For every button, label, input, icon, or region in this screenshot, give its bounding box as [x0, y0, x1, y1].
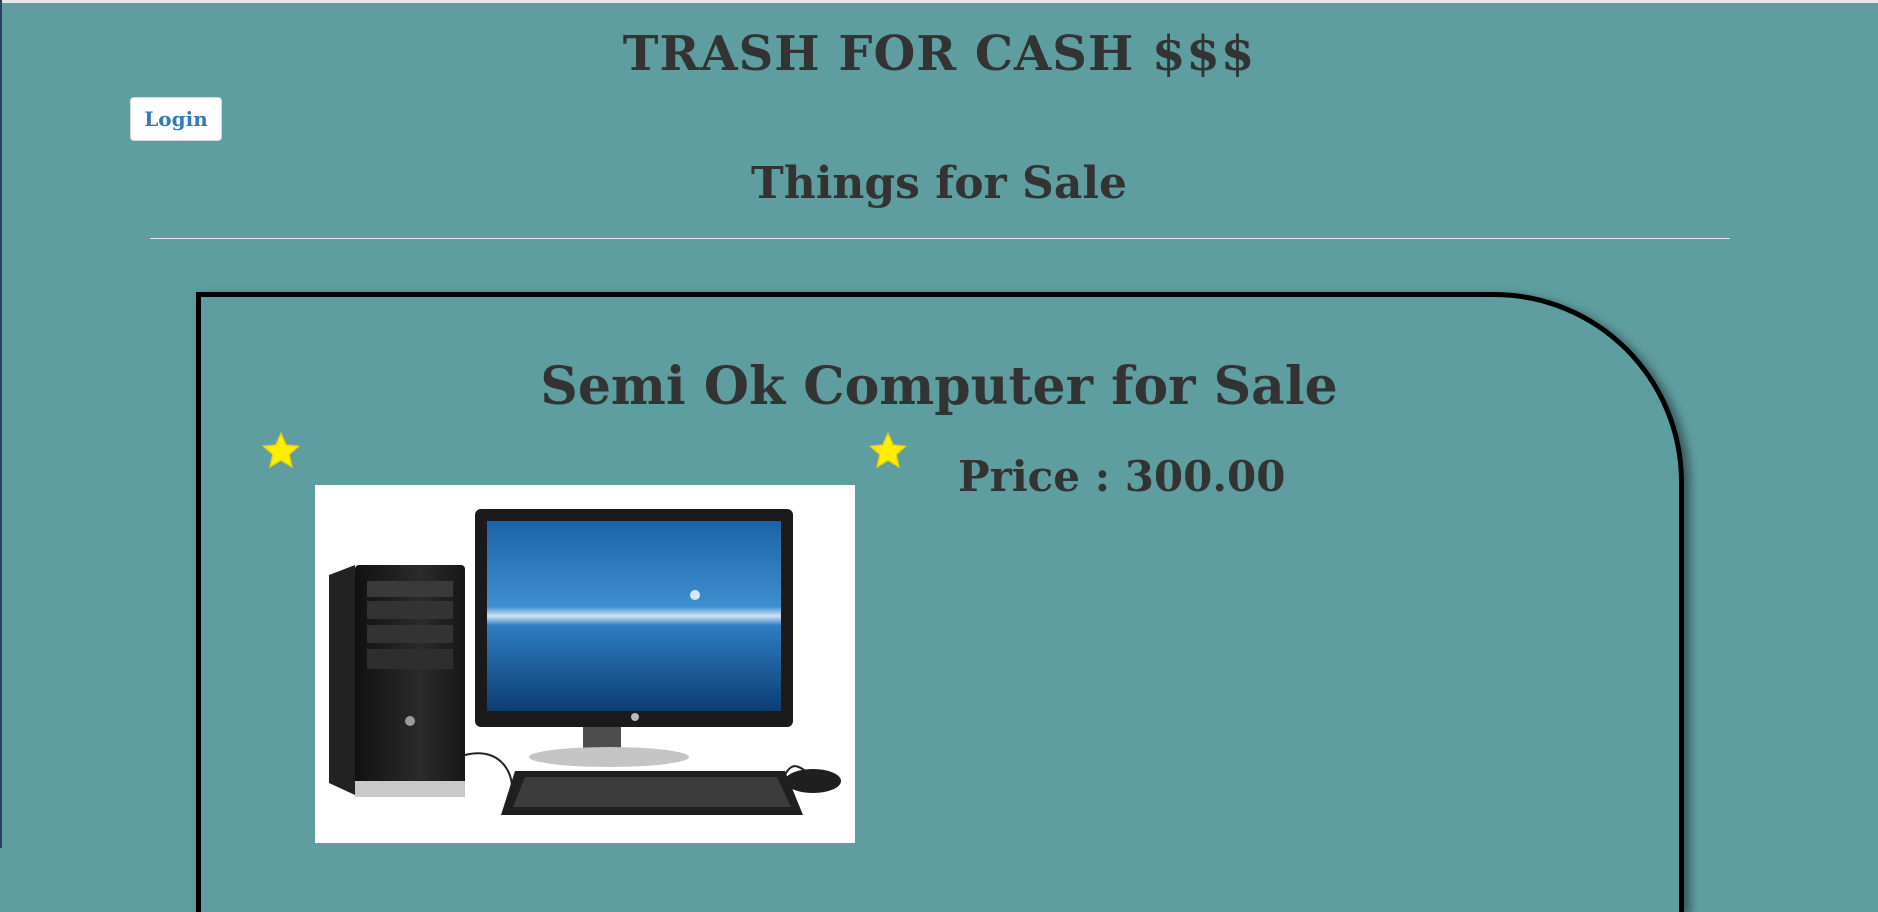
- product-image: [315, 485, 855, 843]
- login-button[interactable]: Login: [130, 97, 222, 141]
- left-border: [0, 0, 2, 848]
- desktop-computer-image: [315, 485, 855, 843]
- listing-price: Price : 300.00: [958, 452, 1286, 501]
- star-icon: [868, 431, 908, 469]
- top-border: [0, 0, 1878, 3]
- listing-title: Semi Ok Computer for Sale: [540, 356, 1338, 417]
- site-title: TRASH FOR CASH $$$: [622, 26, 1256, 82]
- section-title: Things for Sale: [750, 158, 1128, 209]
- star-icon: [261, 431, 301, 469]
- section-divider: [150, 238, 1730, 239]
